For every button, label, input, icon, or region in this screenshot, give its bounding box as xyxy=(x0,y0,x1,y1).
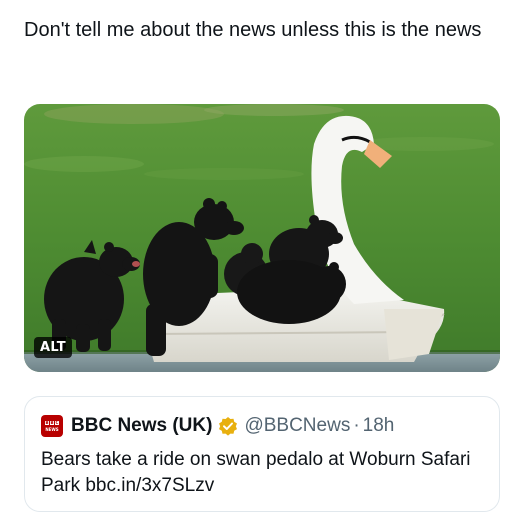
quoted-post-header: B B C NEWS BBC News (UK) @BBCNews · 18h xyxy=(41,415,394,437)
quoted-display-name[interactable]: BBC News (UK) xyxy=(71,415,212,437)
bbc-logo-letter: B xyxy=(50,419,54,425)
bears-on-swan-pedalo-photo xyxy=(24,104,500,372)
bbc-news-avatar[interactable]: B B C NEWS xyxy=(41,415,63,437)
quoted-timestamp[interactable]: 18h xyxy=(363,415,395,437)
post-photo[interactable]: ALT xyxy=(24,104,500,372)
alt-text-badge[interactable]: ALT xyxy=(34,337,72,358)
quoted-post-card[interactable]: B B C NEWS BBC News (UK) @BBCNews · 18h … xyxy=(24,396,500,512)
quoted-post-text: Bears take a ride on swan pedalo at Wobu… xyxy=(41,449,471,496)
bbc-logo-letter: C xyxy=(55,419,59,425)
bbc-logo-word: NEWS xyxy=(45,426,59,432)
separator-dot: · xyxy=(353,415,360,436)
verified-badge-icon xyxy=(218,416,238,436)
quoted-handle[interactable]: @BBCNews xyxy=(244,415,350,437)
post-text: Don't tell me about the news unless this… xyxy=(24,19,482,41)
bbc-logo-letter: B xyxy=(45,419,49,425)
